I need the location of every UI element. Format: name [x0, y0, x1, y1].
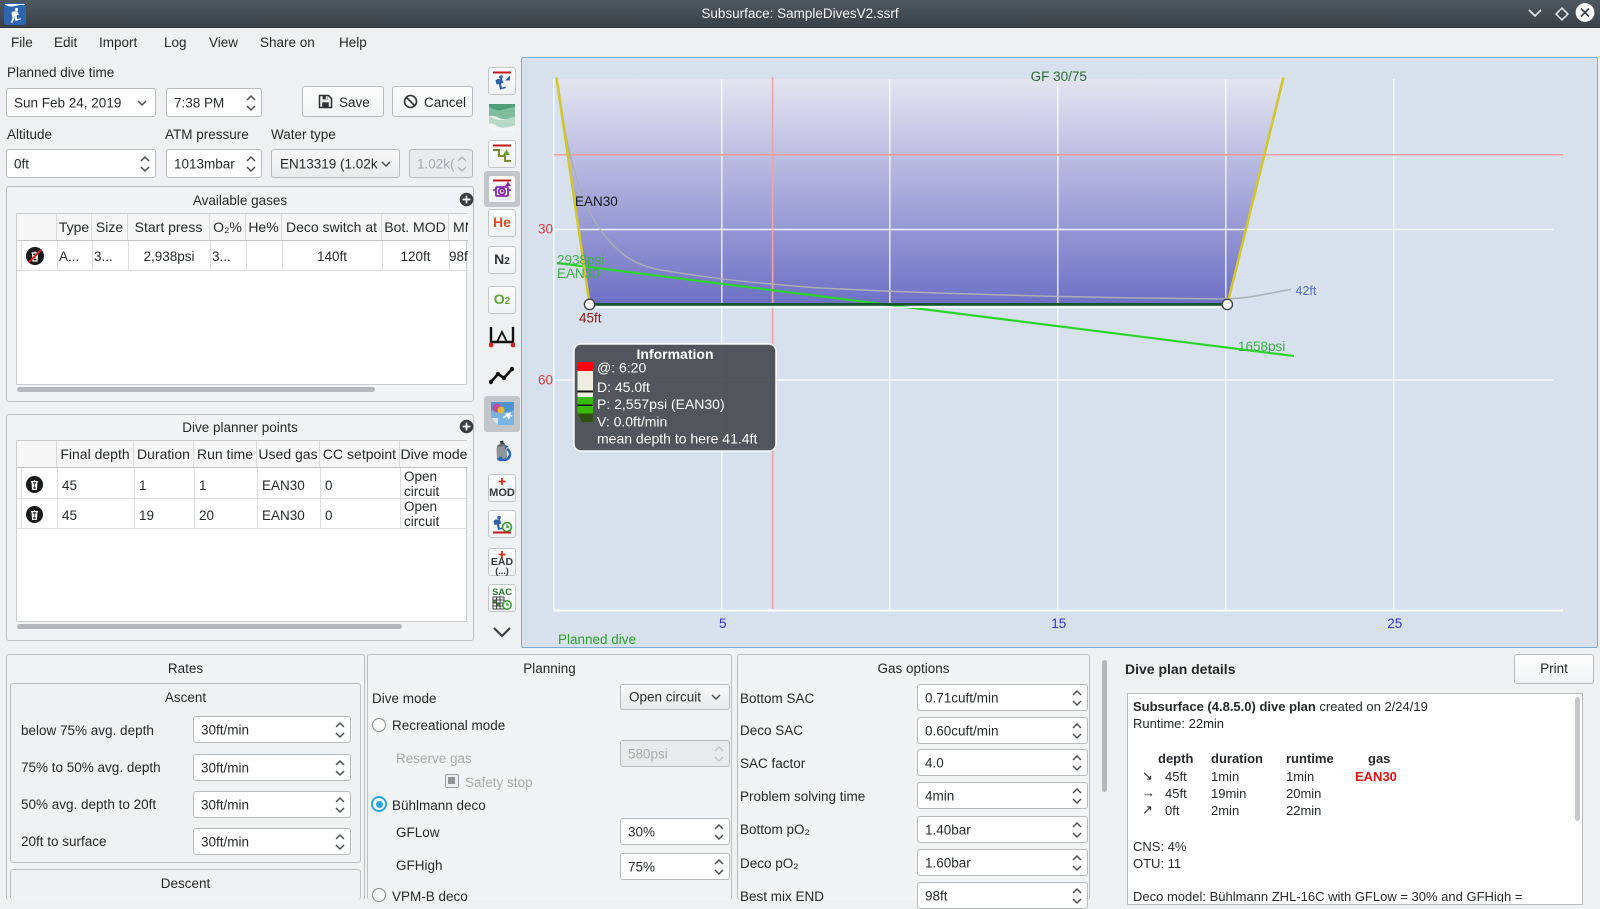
svg-text:45ft: 45ft — [579, 311, 602, 326]
svg-text:D: 45.0ft: D: 45.0ft — [597, 379, 650, 395]
svg-text:V: 0.0ft/min: V: 0.0ft/min — [597, 414, 667, 430]
svg-text:1658psi: 1658psi — [1238, 339, 1285, 354]
svg-text:mean depth to here 41.4ft: mean depth to here 41.4ft — [597, 430, 757, 446]
svg-text:P: 2,557psi (EAN30): P: 2,557psi (EAN30) — [597, 396, 725, 412]
svg-text:42ft: 42ft — [1296, 284, 1317, 298]
svg-text:Planned dive: Planned dive — [558, 632, 636, 647]
svg-text:25: 25 — [1387, 616, 1402, 631]
svg-text:@: 6:20: @: 6:20 — [597, 360, 646, 376]
svg-text:GF 30/75: GF 30/75 — [1031, 69, 1087, 84]
svg-text:5: 5 — [719, 616, 727, 631]
svg-text:EAN30: EAN30 — [557, 266, 600, 281]
svg-text:EAN30: EAN30 — [575, 194, 618, 209]
svg-text:30: 30 — [538, 222, 553, 237]
svg-text:Information: Information — [637, 346, 714, 362]
svg-text:15: 15 — [1051, 616, 1066, 631]
svg-text:60: 60 — [538, 373, 553, 388]
